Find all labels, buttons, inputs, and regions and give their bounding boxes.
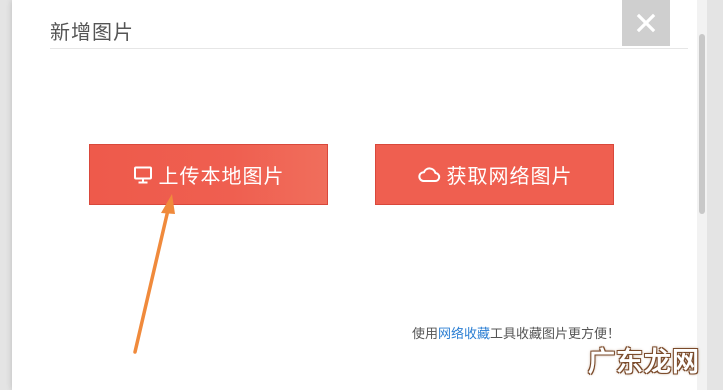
title-divider [50, 48, 688, 49]
web-collect-link[interactable]: 网络收藏 [438, 327, 490, 342]
footer-prefix: 使用 [412, 327, 439, 342]
upload-button-label: 上传本地图片 [158, 164, 285, 188]
fetch-web-image-button[interactable]: 获取网络图片 [375, 144, 614, 205]
close-icon [636, 13, 656, 33]
watermark-logo: 广东龙网 [588, 347, 700, 378]
cloud-icon [417, 165, 441, 185]
upload-local-image-button[interactable]: 上传本地图片 [89, 144, 328, 205]
close-button[interactable] [622, 0, 670, 46]
backdrop-left [0, 0, 12, 390]
backdrop-right [707, 0, 723, 390]
web-button-label: 获取网络图片 [446, 164, 573, 188]
scrollbar-thumb[interactable] [699, 34, 705, 214]
dialog-title: 新增图片 [50, 20, 134, 44]
monitor-icon [133, 165, 153, 185]
